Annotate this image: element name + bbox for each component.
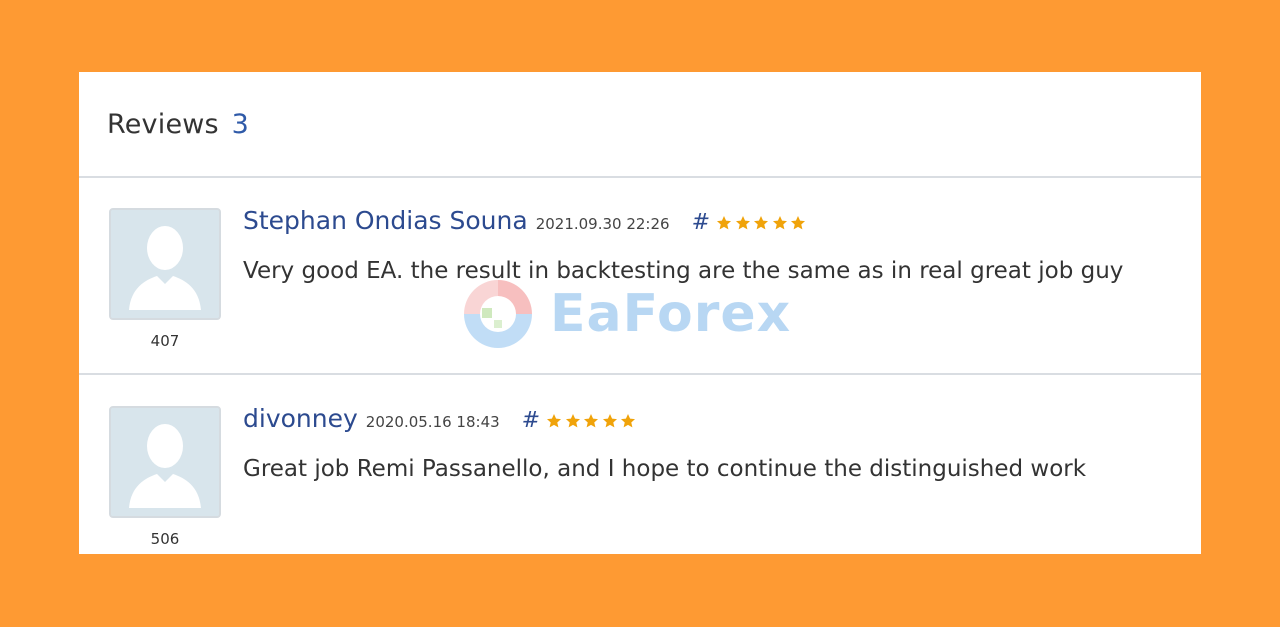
star-rating bbox=[546, 413, 639, 429]
review-author-link[interactable]: divonney bbox=[243, 404, 358, 433]
star-icon bbox=[772, 215, 787, 229]
star-rating bbox=[716, 215, 809, 231]
reviews-count: 3 bbox=[231, 108, 249, 140]
review-item: 407 Stephan Ondias Souna 2021.09.30 22:2… bbox=[79, 178, 1201, 374]
user-rating-number: 407 bbox=[150, 332, 180, 350]
review-divider bbox=[79, 373, 1201, 375]
review-item: 506 divonney 2020.05.16 18:43 # Great jo… bbox=[79, 376, 1201, 554]
star-icon bbox=[621, 413, 636, 427]
reviews-title: Reviews 3 bbox=[107, 109, 249, 140]
star-icon bbox=[754, 215, 769, 229]
star-icon bbox=[584, 413, 599, 427]
star-icon bbox=[717, 215, 732, 229]
star-icon bbox=[565, 413, 580, 427]
review-text: Great job Remi Passanello, and I hope to… bbox=[243, 456, 1087, 482]
review-meta: Stephan Ondias Souna 2021.09.30 22:26 # bbox=[243, 206, 809, 235]
reviews-header: Reviews 3 bbox=[79, 72, 1201, 178]
review-text: Very good EA. the result in backtesting … bbox=[243, 258, 1124, 284]
star-icon bbox=[791, 215, 806, 229]
review-permalink[interactable]: # bbox=[692, 210, 710, 235]
review-date: 2020.05.16 18:43 bbox=[365, 413, 500, 431]
review-meta: divonney 2020.05.16 18:43 # bbox=[243, 404, 639, 433]
user-avatar-icon[interactable] bbox=[109, 208, 221, 320]
star-icon bbox=[602, 413, 617, 427]
review-permalink[interactable]: # bbox=[522, 408, 540, 433]
star-icon bbox=[547, 413, 562, 427]
review-author-link[interactable]: Stephan Ondias Souna bbox=[243, 206, 528, 235]
user-rating-number: 506 bbox=[150, 530, 180, 548]
reviews-title-label: Reviews bbox=[107, 108, 219, 140]
star-icon bbox=[735, 215, 750, 229]
review-date: 2021.09.30 22:26 bbox=[535, 215, 670, 233]
reviews-panel: Reviews 3 407 Stephan Ondias Souna 2021.… bbox=[79, 72, 1201, 554]
user-avatar-icon[interactable] bbox=[109, 406, 221, 518]
